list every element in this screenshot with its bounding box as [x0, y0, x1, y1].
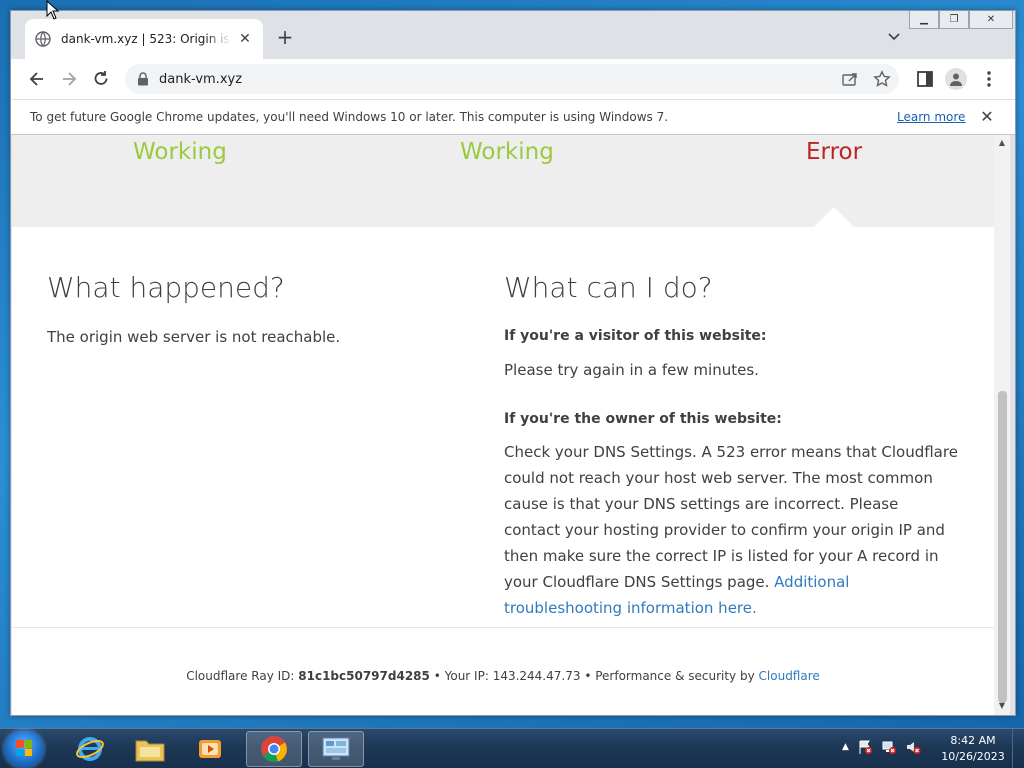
forward-arrow-icon[interactable]: [59, 69, 79, 89]
ray-id-value: 81c1bc50797d4285: [298, 669, 430, 683]
owner-text-body: Check your DNS Settings. A 523 error mea…: [504, 443, 958, 591]
owner-text: Check your DNS Settings. A 523 error mea…: [504, 439, 959, 621]
infobar-message: To get future Google Chrome updates, you…: [30, 110, 669, 124]
footer-divider: [12, 627, 994, 628]
system-tray: ▲: [842, 739, 921, 755]
what-can-i-do-heading: What can I do?: [504, 271, 713, 304]
clock-time: 8:42 AM: [950, 734, 996, 747]
action-center-flag-icon[interactable]: [857, 739, 873, 755]
learn-more-link[interactable]: Learn more: [897, 110, 965, 124]
address-bar[interactable]: dank-vm.xyz: [125, 64, 899, 94]
internet-explorer-icon: [76, 737, 104, 761]
visitor-text: Please try again in a few minutes.: [504, 361, 759, 379]
kebab-menu-icon[interactable]: [979, 69, 999, 89]
perf-label: Performance & security by: [595, 669, 755, 683]
ray-id-label: Cloudflare Ray ID:: [186, 669, 295, 683]
ip-value: 143.244.47.73: [492, 669, 581, 683]
separator-dot: •: [584, 669, 596, 683]
cloudflare-link[interactable]: Cloudflare: [759, 669, 820, 683]
windows-flag-icon: [16, 740, 32, 756]
start-button[interactable]: [4, 730, 44, 768]
footer: Cloudflare Ray ID: 81c1bc50797d4285 • Yo…: [12, 669, 994, 683]
profile-avatar-icon[interactable]: [945, 68, 967, 90]
page-viewport: Working Working Error What happened? The…: [12, 135, 994, 715]
visitor-heading: If you're a visitor of this website:: [504, 328, 767, 344]
star-icon[interactable]: [873, 70, 891, 88]
separator-dot: •: [433, 669, 445, 683]
chevron-down-icon[interactable]: [885, 27, 903, 45]
share-icon[interactable]: [841, 70, 859, 88]
lock-icon[interactable]: [137, 72, 149, 86]
minimize-icon[interactable]: ▁: [909, 11, 939, 29]
volume-muted-icon[interactable]: [905, 739, 921, 755]
status-band: Working Working Error: [12, 135, 994, 227]
taskbar-chrome[interactable]: [246, 731, 302, 767]
what-happened-text: The origin web server is not reachable.: [47, 328, 341, 346]
taskbar-file-explorer[interactable]: [122, 731, 178, 767]
status-pointer: [814, 207, 854, 227]
tab-title: dank-vm.xyz | 523: Origin is unreachable: [61, 32, 231, 46]
globe-icon: [35, 31, 51, 47]
window-controls: ▁ ❐ ✕: [909, 11, 1013, 29]
scroll-up-icon[interactable]: ▲: [997, 138, 1007, 147]
network-icon[interactable]: [881, 739, 897, 755]
vertical-scrollbar[interactable]: ▲ ▼: [994, 135, 1010, 715]
back-arrow-icon[interactable]: [27, 69, 47, 89]
tab-strip: dank-vm.xyz | 523: Origin is unreachable…: [11, 11, 1015, 59]
what-happened-heading: What happened?: [47, 271, 285, 304]
chrome-icon: [261, 736, 287, 763]
clock-date: 10/26/2023: [941, 750, 1005, 763]
tray-expand-icon[interactable]: ▲: [842, 742, 849, 752]
scroll-thumb[interactable]: [998, 391, 1007, 703]
restore-icon[interactable]: ❐: [939, 11, 969, 29]
owner-heading: If you're the owner of this website:: [504, 411, 782, 427]
new-tab-icon[interactable]: +: [273, 25, 297, 49]
update-infobar: To get future Google Chrome updates, you…: [11, 99, 1015, 135]
person-icon: [950, 73, 962, 86]
taskbar-media-player[interactable]: [182, 731, 238, 767]
browser-toolbar: dank-vm.xyz: [11, 59, 1015, 99]
scroll-down-icon[interactable]: ▼: [997, 701, 1007, 710]
url-text: dank-vm.xyz: [159, 71, 243, 87]
cloudflare-status: Working: [460, 139, 554, 165]
close-window-icon[interactable]: ✕: [969, 11, 1013, 29]
browser-status: Working: [133, 139, 227, 165]
infobar-close-icon[interactable]: ✕: [977, 107, 997, 126]
ip-label: Your IP:: [444, 669, 489, 683]
show-desktop-button[interactable]: [1012, 729, 1024, 768]
taskbar-internet-explorer[interactable]: [62, 731, 118, 767]
host-status: Error: [806, 139, 863, 165]
folder-icon: [135, 740, 165, 762]
mouse-cursor-icon: [46, 0, 60, 20]
control-panel-icon: [322, 737, 350, 760]
taskbar-remote-desktop[interactable]: [308, 731, 364, 767]
tab-active[interactable]: dank-vm.xyz | 523: Origin is unreachable…: [25, 19, 263, 59]
side-panel-icon[interactable]: [915, 69, 935, 89]
tab-close-icon[interactable]: ✕: [237, 31, 253, 47]
reload-icon[interactable]: [91, 69, 111, 89]
media-player-icon: [199, 740, 221, 758]
taskbar-clock[interactable]: 8:42 AM 10/26/2023: [938, 733, 1008, 765]
taskbar: ▲ 8:42 AM 10/26/2023: [0, 728, 1024, 768]
chrome-window: dank-vm.xyz | 523: Origin is unreachable…: [10, 10, 1016, 716]
